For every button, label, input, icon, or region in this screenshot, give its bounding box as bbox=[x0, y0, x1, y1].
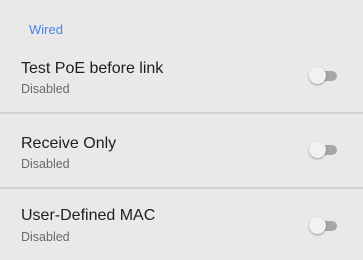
setting-row-test-poe[interactable]: Test PoE before link Disabled bbox=[0, 52, 363, 112]
setting-subtitle: Disabled bbox=[21, 82, 70, 96]
setting-subtitle: Disabled bbox=[21, 157, 70, 171]
setting-subtitle: Disabled bbox=[21, 230, 70, 244]
test-poe-toggle[interactable] bbox=[309, 67, 337, 84]
setting-row-user-defined-mac[interactable]: User-Defined MAC Disabled bbox=[0, 190, 363, 260]
setting-title: Receive Only bbox=[21, 135, 117, 152]
setting-title: Test PoE before link bbox=[21, 60, 164, 77]
receive-only-toggle[interactable] bbox=[309, 141, 337, 158]
setting-title: User-Defined MAC bbox=[21, 207, 156, 224]
setting-row-receive-only[interactable]: Receive Only Disabled bbox=[0, 114, 363, 186]
divider bbox=[0, 187, 363, 189]
settings-screen: Wired Test PoE before link Disabled Rece… bbox=[0, 0, 363, 260]
section-header-wired: Wired bbox=[29, 22, 63, 37]
toggle-thumb bbox=[309, 67, 326, 84]
user-defined-mac-toggle[interactable] bbox=[309, 217, 337, 234]
toggle-thumb bbox=[309, 217, 326, 234]
toggle-thumb bbox=[309, 141, 326, 158]
